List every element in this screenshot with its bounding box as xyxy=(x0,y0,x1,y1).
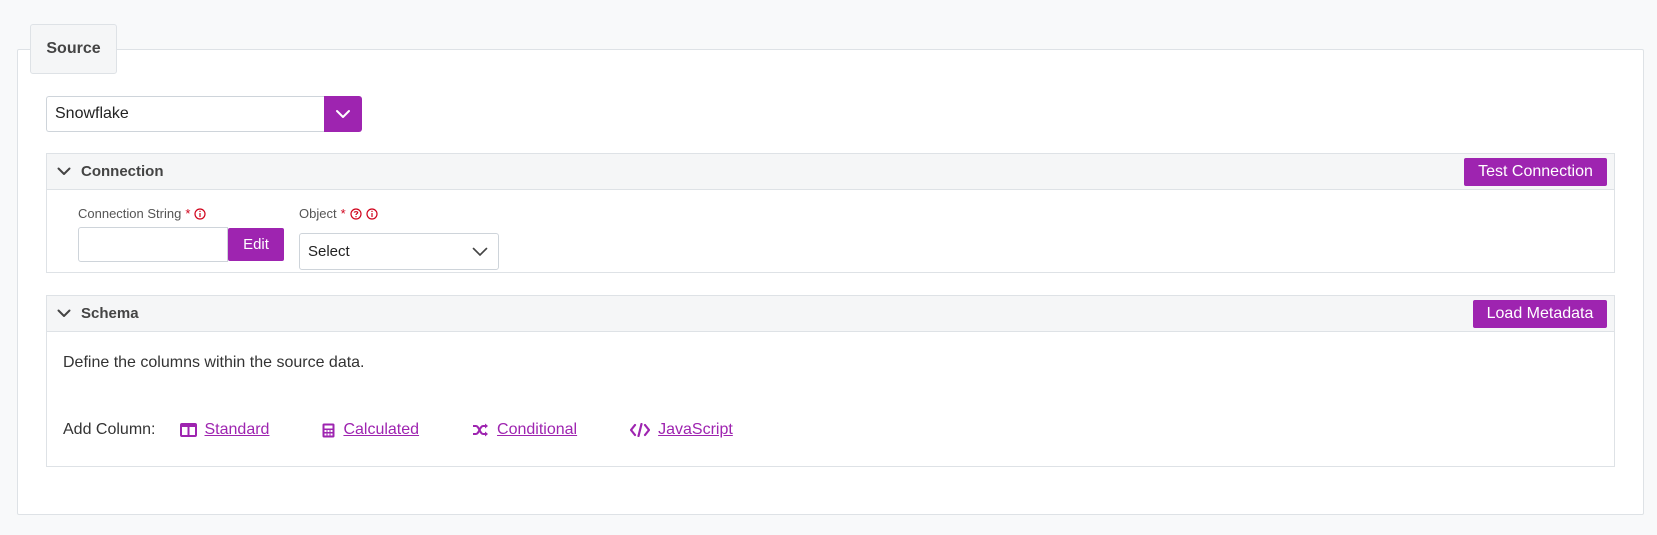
table-columns-icon xyxy=(179,423,197,437)
code-icon xyxy=(630,423,651,437)
schema-description: Define the columns within the source dat… xyxy=(63,354,365,371)
required-marker: * xyxy=(185,206,191,221)
add-column-bar: Add Column: Standard Calculated Conditio… xyxy=(63,421,786,439)
shuffle-icon xyxy=(472,423,489,437)
add-column-label: Add Column: xyxy=(63,421,156,438)
column-type-label[interactable]: Standard xyxy=(205,421,270,439)
schema-section: Schema Load Metadata Define the columns … xyxy=(46,295,1615,467)
object-label: Object * xyxy=(299,206,378,221)
source-type-select[interactable]: Snowflake xyxy=(46,96,362,132)
add-javascript-column-link[interactable]: JavaScript xyxy=(630,421,733,439)
required-marker: * xyxy=(340,206,346,221)
add-conditional-column-link[interactable]: Conditional xyxy=(472,421,577,439)
connection-string-input[interactable] xyxy=(78,227,228,262)
test-connection-button[interactable]: Test Connection xyxy=(1464,158,1607,186)
chevron-down-icon xyxy=(472,247,488,257)
edit-connection-button[interactable]: Edit xyxy=(228,228,284,261)
chevron-down-icon[interactable] xyxy=(57,167,71,176)
add-calculated-column-link[interactable]: Calculated xyxy=(322,421,419,439)
connection-header[interactable]: Connection Test Connection xyxy=(47,154,1614,190)
load-metadata-button[interactable]: Load Metadata xyxy=(1473,300,1607,328)
section-title: Schema xyxy=(81,305,139,322)
info-icon[interactable] xyxy=(366,207,378,220)
section-title: Connection xyxy=(81,163,164,180)
column-type-label[interactable]: JavaScript xyxy=(658,421,733,439)
add-standard-column-link[interactable]: Standard xyxy=(179,421,270,439)
panel-tab-source[interactable]: Source xyxy=(30,24,117,74)
object-select-value: Select xyxy=(308,243,350,260)
info-icon[interactable] xyxy=(194,207,207,220)
column-type-label[interactable]: Conditional xyxy=(497,421,577,439)
chevron-down-icon[interactable] xyxy=(324,96,362,132)
object-select[interactable]: Select xyxy=(299,233,499,270)
chevron-down-icon[interactable] xyxy=(57,309,71,318)
calculator-icon xyxy=(322,423,335,438)
source-type-value[interactable]: Snowflake xyxy=(46,96,324,132)
schema-header[interactable]: Schema Load Metadata xyxy=(47,296,1614,332)
column-type-label[interactable]: Calculated xyxy=(343,421,419,439)
connection-section: Connection Test Connection Connection St… xyxy=(46,153,1615,273)
connection-string-label: Connection String * xyxy=(78,206,207,221)
help-icon[interactable] xyxy=(350,207,362,220)
